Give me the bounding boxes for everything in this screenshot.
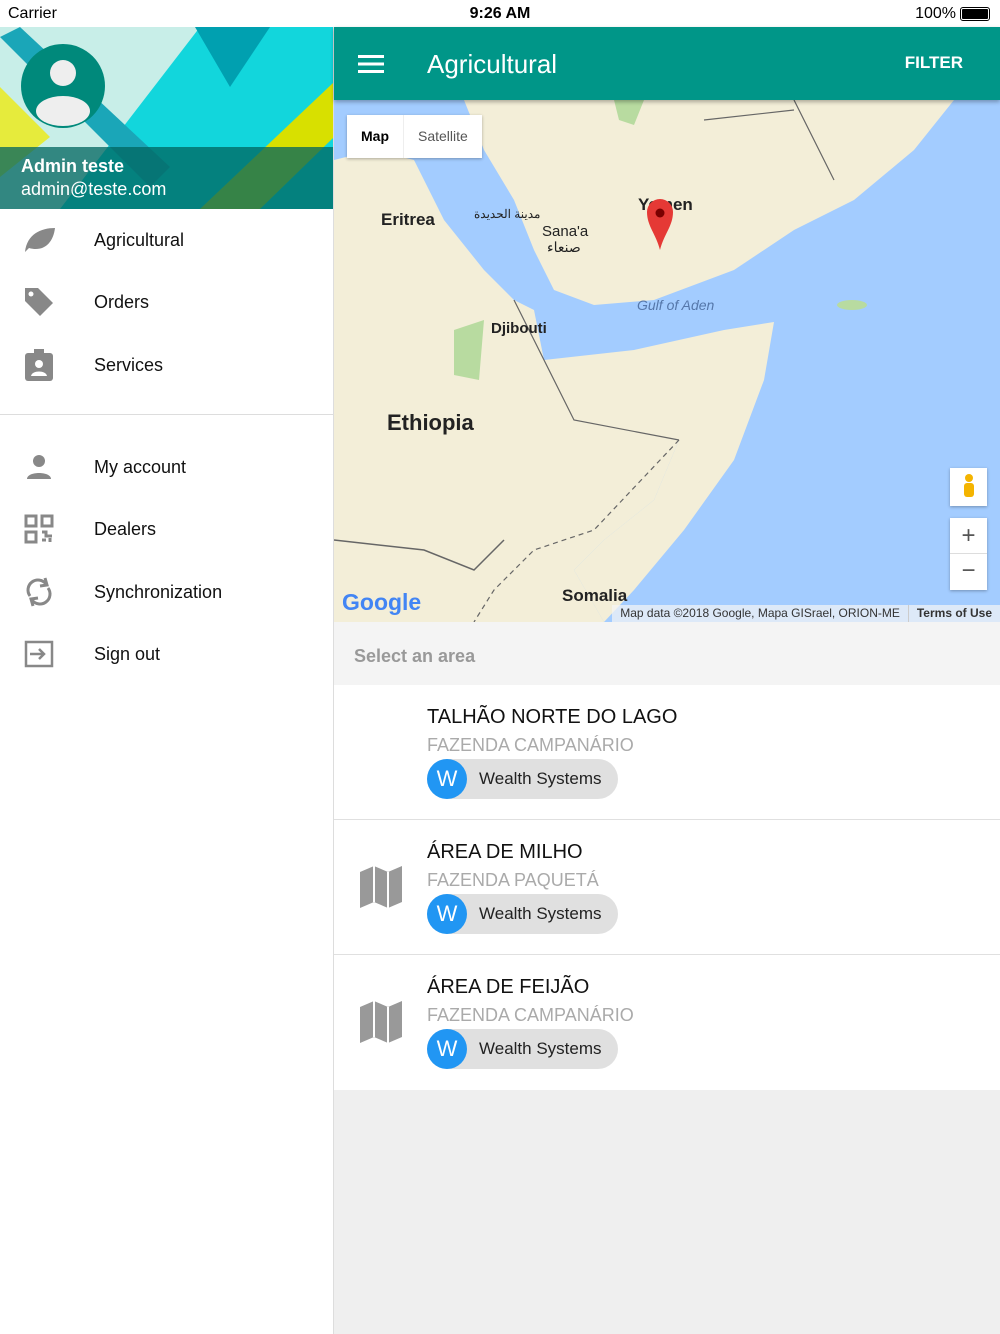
dealer-avatar: W: [427, 894, 467, 934]
map-attribution: Map data ©2018 Google, Mapa GISrael, ORI…: [612, 605, 1000, 622]
street-view-pegman-icon[interactable]: [950, 468, 987, 506]
navigation-drawer: Admin teste admin@teste.com Agricultural…: [0, 27, 334, 1334]
dealer-name: Wealth Systems: [479, 1039, 602, 1058]
dealer-name: Wealth Systems: [479, 904, 602, 923]
drawer-item-agricultural[interactable]: Agricultural: [0, 210, 334, 270]
map-type-satellite-button[interactable]: Satellite: [403, 115, 482, 158]
area-name: ÁREA DE MILHO: [427, 841, 583, 863]
map-label-sanaa-arabic: صنعاء: [547, 239, 581, 255]
avatar[interactable]: [21, 44, 105, 128]
map-icon: [360, 866, 402, 908]
leaf-icon: [0, 226, 94, 254]
zoom-in-button[interactable]: +: [950, 518, 987, 554]
zoom-control: + −: [950, 518, 987, 590]
dealer-avatar: W: [427, 1029, 467, 1069]
app-bar: Agricultural FILTER: [334, 27, 1000, 100]
map-label-ethiopia: Ethiopia: [387, 410, 474, 435]
drawer-item-dealers[interactable]: Dealers: [0, 499, 334, 559]
farm-name: FAZENDA PAQUETÁ: [427, 870, 599, 890]
area-list-item[interactable]: TALHÃO NORTE DO LAGO FAZENDA CAMPANÁRIO …: [334, 685, 1000, 820]
person-icon: [0, 453, 94, 481]
map-label-sanaa: Sana'a: [542, 223, 589, 240]
map-label-hodeidah: مدينة الحديدة: [474, 207, 541, 221]
map-icon: [360, 1001, 402, 1043]
map-type-control: Map Satellite: [347, 115, 482, 158]
map-view[interactable]: Map Satellite Eritrea Djibouti Ethiopia …: [334, 100, 1000, 622]
page-title: Agricultural: [427, 49, 558, 79]
drawer-header: Admin teste admin@teste.com: [0, 27, 333, 209]
farm-name: FAZENDA CAMPANÁRIO: [427, 1005, 634, 1025]
map-type-map-button[interactable]: Map: [347, 115, 403, 158]
dealer-chip: W Wealth Systems: [427, 759, 618, 799]
drawer-item-services[interactable]: Services: [0, 335, 334, 395]
drawer-divider: [0, 414, 334, 415]
map-label-somalia: Somalia: [562, 586, 628, 605]
battery-percent: 100%: [915, 5, 956, 22]
user-email: admin@teste.com: [21, 179, 167, 199]
menu-icon[interactable]: [358, 55, 384, 73]
drawer-item-synchronization[interactable]: Synchronization: [0, 562, 334, 622]
farm-name: FAZENDA CAMPANÁRIO: [427, 735, 634, 755]
user-name: Admin teste: [21, 156, 125, 176]
tag-icon: [0, 286, 94, 318]
battery-icon: [960, 7, 990, 21]
map-label-djibouti: Djibouti: [491, 320, 547, 337]
area-name: ÁREA DE FEIJÃO: [427, 976, 590, 998]
clock: 9:26 AM: [469, 5, 531, 22]
google-logo: Google: [342, 589, 422, 615]
drawer-item-my-account[interactable]: My account: [0, 437, 334, 497]
dealer-name: Wealth Systems: [479, 769, 602, 788]
map-pin-icon[interactable]: [646, 198, 674, 252]
map-terrain: [334, 100, 954, 622]
sync-icon: [0, 576, 94, 608]
map-data-attribution: Map data ©2018 Google, Mapa GISrael, ORI…: [620, 606, 900, 620]
filter-button[interactable]: FILTER: [905, 53, 963, 73]
clipboard-user-icon: [0, 349, 94, 381]
map-label-eritrea: Eritrea: [381, 210, 435, 229]
select-area-header: Select an area: [334, 622, 1000, 685]
area-name: TALHÃO NORTE DO LAGO: [427, 706, 678, 728]
terms-of-use-link[interactable]: Terms of Use: [907, 605, 1000, 622]
area-list-item[interactable]: ÁREA DE FEIJÃO FAZENDA CAMPANÁRIO W Wealt…: [334, 955, 1000, 1090]
dealer-chip: W Wealth Systems: [427, 894, 618, 934]
qr-code-icon: [0, 514, 94, 544]
drawer-item-orders[interactable]: Orders: [0, 272, 334, 332]
area-list-item[interactable]: ÁREA DE MILHO FAZENDA PAQUETÁ W Wealth Sy…: [334, 820, 1000, 955]
drawer-item-sign-out[interactable]: Sign out: [0, 624, 334, 684]
dealer-chip: W Wealth Systems: [427, 1029, 618, 1069]
sign-out-icon: [0, 640, 94, 668]
zoom-out-button[interactable]: −: [950, 554, 987, 590]
status-bar: Carrier 9:26 AM 100%: [0, 0, 1000, 27]
dealer-avatar: W: [427, 759, 467, 799]
map-label-gulf-of-aden: Gulf of Aden: [637, 297, 715, 313]
area-list: TALHÃO NORTE DO LAGO FAZENDA CAMPANÁRIO …: [334, 685, 1000, 1090]
